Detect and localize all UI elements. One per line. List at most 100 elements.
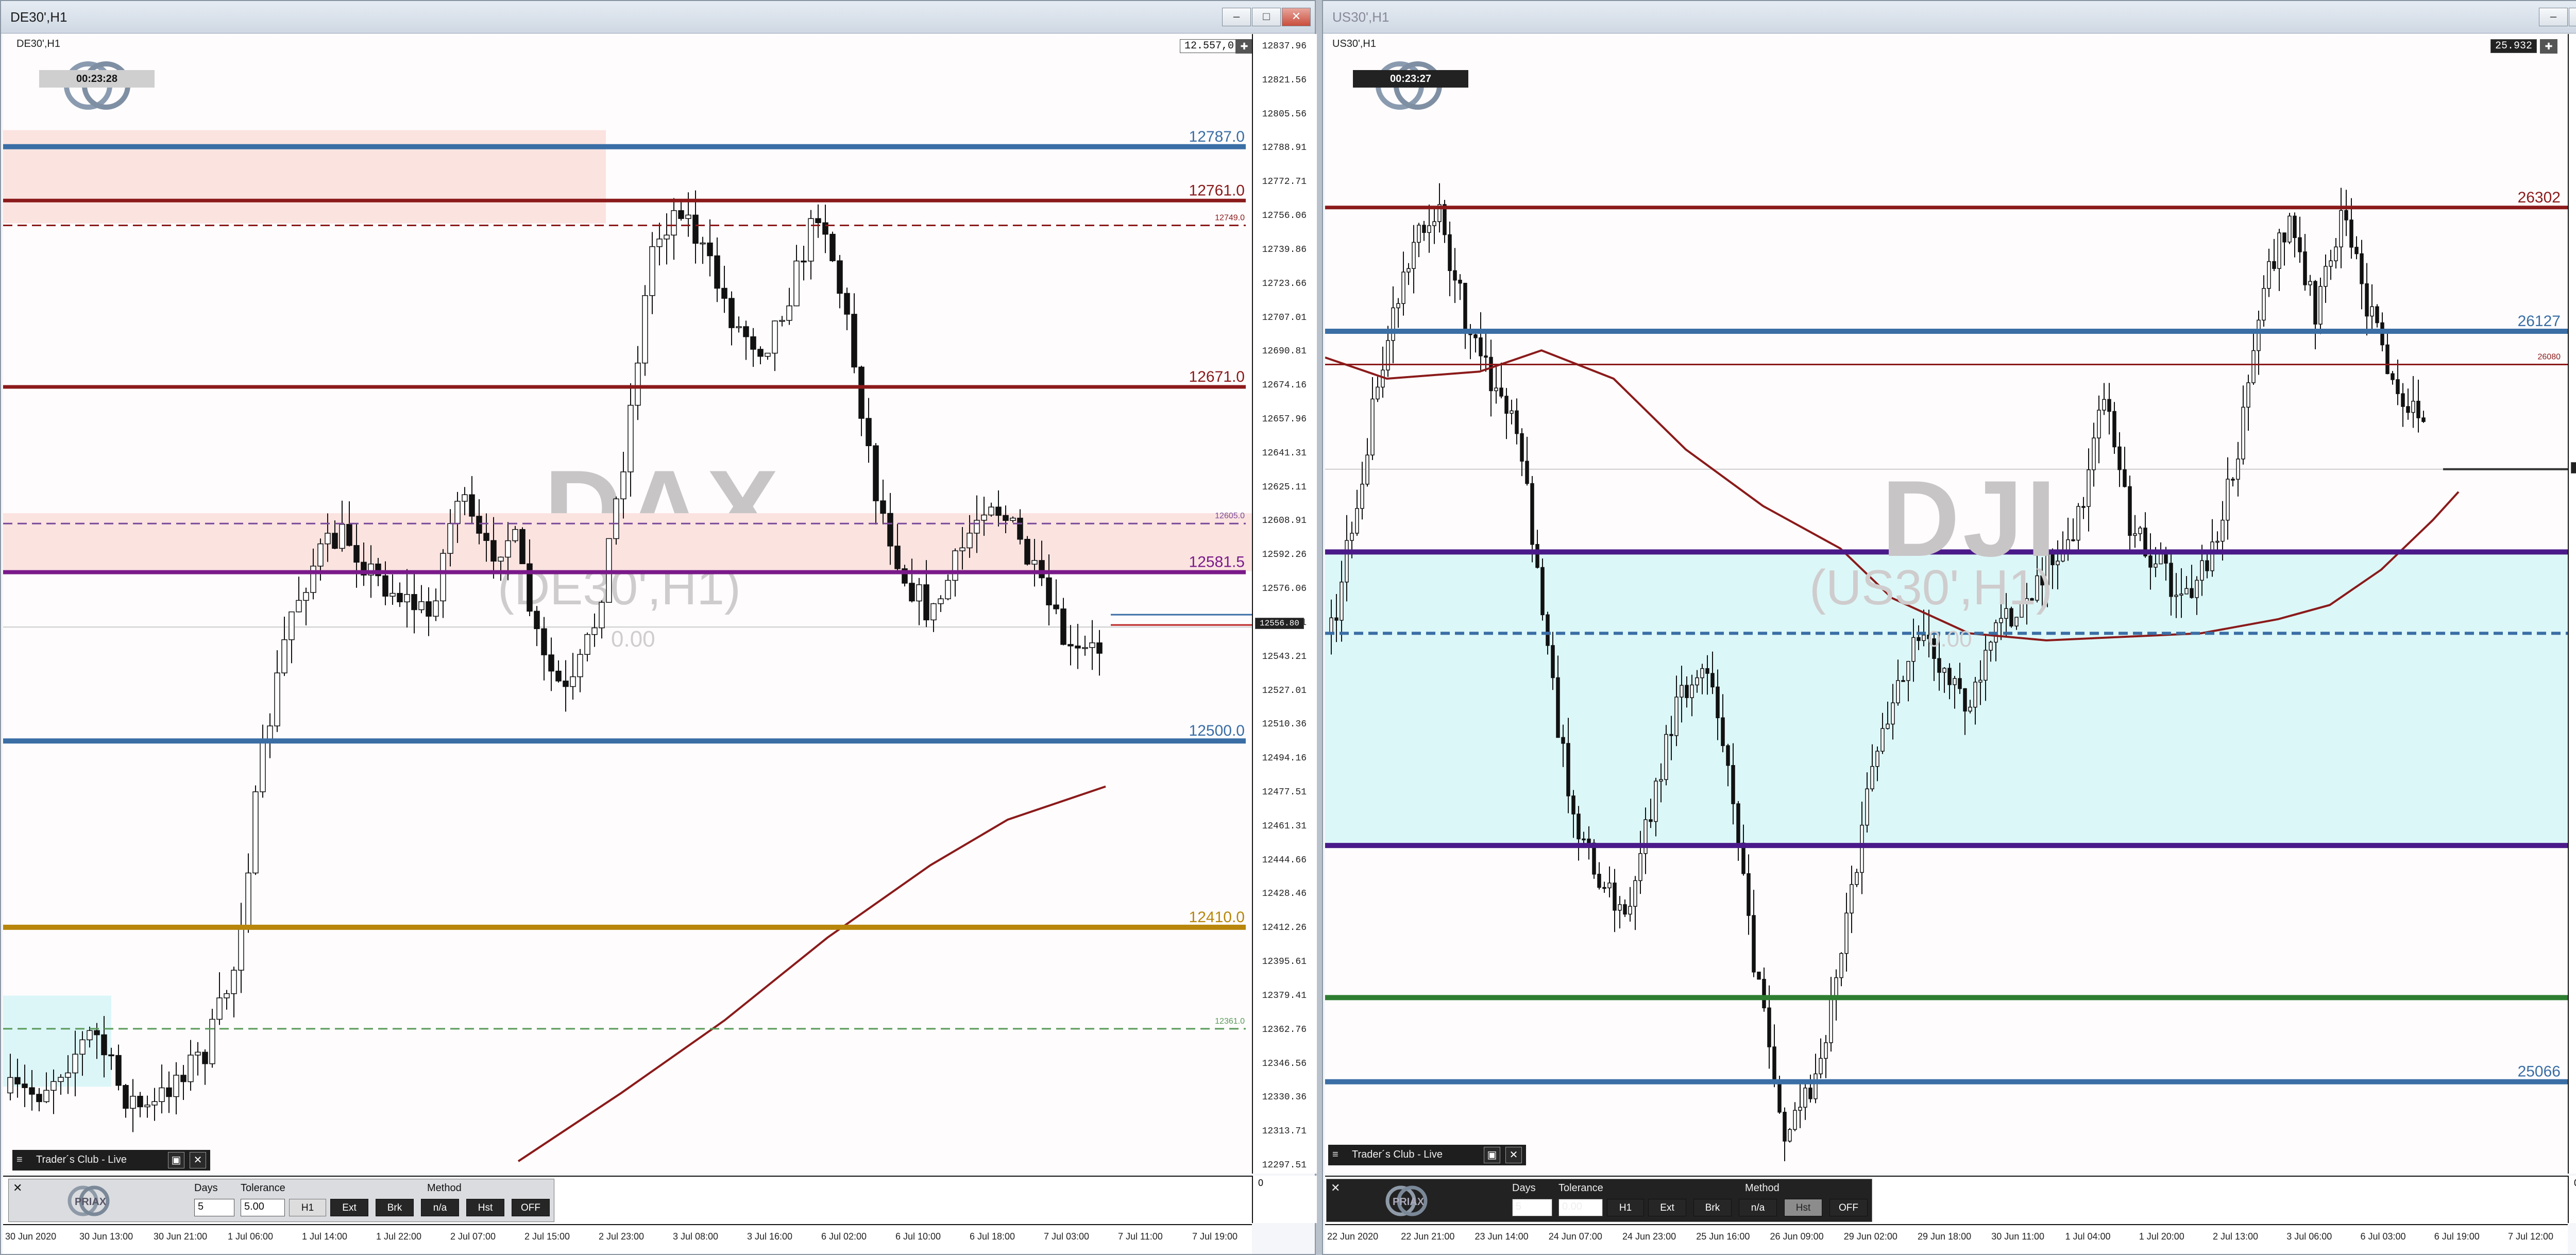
- watermark-subtitle: (US30',H1): [1809, 560, 2053, 615]
- window-titlebar[interactable]: DE30',H1 – □ ✕: [1, 1, 1315, 33]
- candle-body: [65, 1072, 71, 1078]
- off-button[interactable]: OFF: [1829, 1199, 1868, 1216]
- candle-body: [2200, 560, 2204, 581]
- current-price-box: 25.932: [2490, 39, 2537, 53]
- candle-body: [519, 529, 526, 565]
- svg-text:PRIAX: PRIAX: [75, 1196, 107, 1208]
- traders-club-bar[interactable]: ≡ Trader´s Club - Live ▣ ✕: [1328, 1145, 1526, 1165]
- candle-body: [397, 592, 403, 603]
- candle-body: [2117, 446, 2122, 470]
- brk-button[interactable]: Brk: [376, 1199, 414, 1216]
- candle-body: [7, 1077, 13, 1094]
- off-button[interactable]: OFF: [512, 1199, 550, 1216]
- indicator-axis: 0: [2568, 1176, 2576, 1223]
- minimize-button[interactable]: –: [1222, 8, 1251, 26]
- quick-trade-button[interactable]: ✚: [1235, 39, 1252, 54]
- candle-body: [389, 592, 396, 597]
- candle-body: [548, 654, 554, 672]
- candle-body: [1875, 751, 1879, 767]
- days-input[interactable]: 5: [194, 1199, 234, 1216]
- maximize-button[interactable]: □: [1252, 8, 1281, 26]
- close-icon[interactable]: ✕: [190, 1152, 206, 1168]
- na-button[interactable]: n/a: [1739, 1199, 1777, 1216]
- restore-icon[interactable]: ▣: [168, 1152, 184, 1168]
- candle-body: [692, 214, 699, 244]
- price-tick-label: 12821.56: [1262, 75, 1307, 86]
- brk-button[interactable]: Brk: [1693, 1199, 1732, 1216]
- candle-body: [1798, 1107, 1802, 1111]
- candle-body: [1473, 334, 1478, 338]
- candle-body: [628, 404, 634, 472]
- candle-body: [87, 1030, 93, 1041]
- close-button[interactable]: ✕: [1282, 8, 1311, 26]
- price-tick-label: 12805.56: [1262, 109, 1307, 120]
- candle-body: [2159, 553, 2163, 565]
- toolbar-close-icon[interactable]: ✕: [1331, 1181, 1340, 1195]
- current-price-tag: 25931.50: [2571, 462, 2576, 473]
- ext-button[interactable]: Ext: [1648, 1199, 1686, 1216]
- candle-body: [1031, 560, 1038, 565]
- toolbar-close-icon[interactable]: ✕: [13, 1181, 22, 1195]
- time-tick-label: 1 Jul 06:00: [228, 1231, 274, 1242]
- candle-body: [180, 1075, 187, 1082]
- candle-body: [1963, 688, 1967, 712]
- price-tick-label: 12707.01: [1262, 312, 1307, 323]
- price-tick-label: 12330.36: [1262, 1092, 1307, 1103]
- candle-body: [2076, 506, 2080, 541]
- candle-body: [2174, 595, 2178, 597]
- ext-button[interactable]: Ext: [330, 1199, 368, 1216]
- candle-body: [382, 575, 388, 597]
- candle-body: [1432, 221, 1436, 226]
- traders-club-icon: ≡: [16, 1154, 23, 1165]
- tolerance-input[interactable]: 0.00: [1558, 1199, 1603, 1216]
- candle-body: [2190, 588, 2194, 598]
- levels-toolbar: ✕ PRIAX Days 5 Tolerance 0.00 H1 Method …: [1326, 1179, 1872, 1222]
- candle-body: [1520, 433, 1524, 462]
- hst-button[interactable]: Hst: [1784, 1199, 1822, 1216]
- price-tick-label: 12527.01: [1262, 685, 1307, 696]
- time-tick-label: 2 Jul 23:00: [599, 1231, 645, 1242]
- price-chart-area[interactable]: DE30',H1 DAX (DE30',H1) 0.00 12787.0 1276…: [3, 34, 1252, 1174]
- level-label: 26080: [2538, 353, 2561, 362]
- restore-icon[interactable]: ▣: [1484, 1147, 1500, 1163]
- candle-body: [195, 1052, 201, 1056]
- timeframe-button[interactable]: H1: [289, 1199, 326, 1216]
- candle-body: [837, 260, 843, 294]
- candle-body: [1829, 998, 1833, 1043]
- candle-body: [2133, 533, 2137, 536]
- time-tick-label: 30 Jun 21:00: [154, 1231, 208, 1242]
- days-input[interactable]: 5: [1512, 1199, 1552, 1216]
- timeframe-button[interactable]: H1: [1607, 1199, 1644, 1216]
- candle-body: [2298, 237, 2302, 252]
- candle-body: [1685, 685, 1689, 698]
- candle-body: [577, 654, 583, 677]
- tolerance-input[interactable]: 5.00: [241, 1199, 285, 1216]
- candle-body: [2375, 306, 2379, 324]
- close-icon[interactable]: ✕: [1505, 1147, 1522, 1163]
- level-label: 12787.0: [1189, 128, 1245, 145]
- maximize-button[interactable]: □: [2569, 8, 2576, 26]
- candle-body: [79, 1039, 86, 1055]
- quick-trade-button[interactable]: ✚: [2540, 39, 2557, 54]
- candle-body: [887, 513, 893, 547]
- window-titlebar[interactable]: US30',H1 – □ ✕: [1323, 1, 2576, 33]
- candle-body: [317, 543, 324, 567]
- candle-body: [721, 287, 727, 299]
- candle-body: [418, 601, 425, 610]
- hst-button[interactable]: Hst: [466, 1199, 504, 1216]
- traders-club-icon: ≡: [1332, 1149, 1338, 1160]
- candle-body: [476, 516, 482, 534]
- candle-body: [303, 592, 309, 601]
- traders-club-bar[interactable]: ≡ Trader´s Club - Live ▣ ✕: [12, 1150, 210, 1171]
- candle-body: [1628, 906, 1632, 915]
- candle-body: [1824, 1042, 1828, 1059]
- price-chart-area[interactable]: US30',H1 26302 26127 26080 25066 DJI (US30'…: [1325, 34, 2568, 1174]
- minimize-button[interactable]: –: [2539, 8, 2568, 26]
- candle-body: [1515, 410, 1519, 434]
- candle-body: [2195, 580, 2199, 598]
- candle-body: [1039, 560, 1045, 579]
- na-button[interactable]: n/a: [421, 1199, 459, 1216]
- time-tick-label: 26 Jun 09:00: [1770, 1231, 1824, 1242]
- candle-body: [1978, 680, 1982, 683]
- candle-body: [2262, 288, 2266, 321]
